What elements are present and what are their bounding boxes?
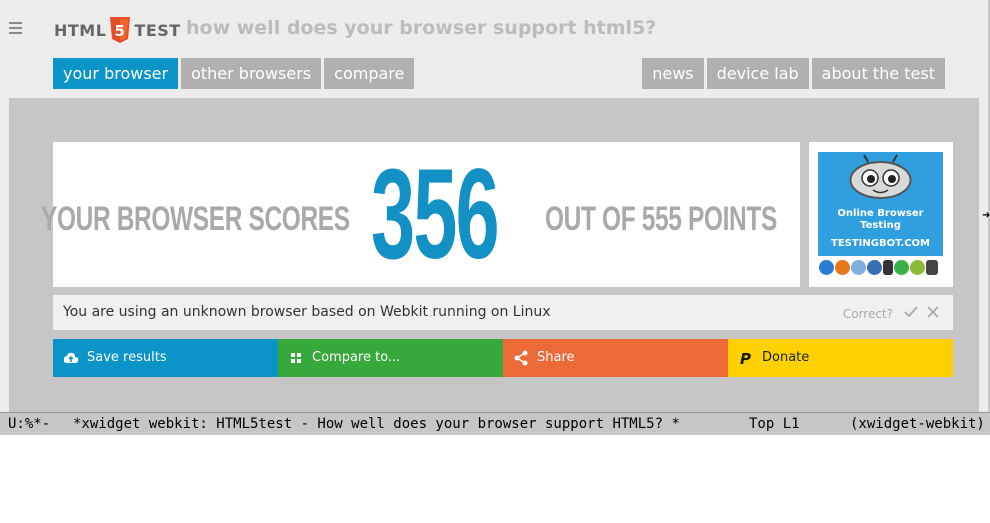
browser-detection-text: You are using an unknown browser based o…: [63, 304, 551, 320]
secondary-nav: news device lab about the test: [642, 58, 948, 89]
score-prefix: YOUR BROWSER SCORES: [41, 200, 350, 238]
tab-other-browsers[interactable]: other browsers: [181, 58, 322, 89]
tab-about-the-test[interactable]: about the test: [811, 58, 945, 89]
ie-icon: [819, 260, 834, 275]
modeline-buffer-name: *xwidget webkit: HTML5test - How well do…: [73, 416, 680, 432]
testingbot-ad[interactable]: Online Browser Testing TESTINGBOT.COM: [809, 142, 953, 287]
score-banner: YOUR BROWSER SCORES 356 OUT OF 555 POINT…: [41, 142, 800, 287]
robot-mascot-icon: [849, 154, 912, 199]
modeline-major-mode: (xwidget-webkit): [850, 416, 985, 432]
modeline-status: U:%*-: [8, 416, 51, 432]
ipad-icon: [926, 260, 938, 275]
compare-to-label: Compare to...: [312, 350, 401, 365]
score-value: 356: [371, 143, 500, 286]
browser-viewport: HTML 5 TEST how well does your browser s…: [0, 0, 990, 412]
modeline-position: Top L1: [749, 416, 800, 432]
mouse-pointer-icon: ➜: [982, 210, 990, 221]
ad-domain: TESTINGBOT.COM: [831, 238, 930, 249]
iphone-icon: [883, 260, 893, 275]
correct-prompt: Correct?: [842, 307, 893, 321]
tab-your-browser[interactable]: your browser: [53, 58, 179, 89]
firefox-icon: [835, 260, 850, 275]
ad-headline-line1: Online Browser: [837, 208, 924, 219]
tab-compare[interactable]: compare: [324, 58, 415, 89]
opera-icon: [867, 260, 882, 275]
logo-text-right: TEST: [134, 20, 181, 40]
logo-text-left: HTML: [54, 20, 107, 40]
android-icon: [910, 260, 925, 275]
site-tagline: how well does your browser support html5…: [186, 17, 657, 39]
save-results-button[interactable]: Save results: [53, 339, 278, 377]
results-panel: YOUR BROWSER SCORES 356 OUT OF 555 POINT…: [9, 98, 979, 412]
ad-headline-line2: Testing: [860, 220, 901, 231]
compare-to-button[interactable]: Compare to...: [278, 339, 503, 377]
donate-label: Donate: [762, 350, 810, 365]
chrome-icon: [894, 260, 909, 275]
html5-shield-icon: 5: [110, 17, 131, 43]
cloud-upload-icon: [63, 352, 79, 363]
emacs-mode-line: U:%*- *xwidget webkit: HTML5test - How w…: [0, 412, 990, 435]
action-bar: Save results Compare to... Share P Donat…: [53, 339, 953, 377]
svg-text:5: 5: [115, 22, 126, 40]
confirm-check-icon[interactable]: [903, 304, 919, 320]
share-button[interactable]: Share: [503, 339, 728, 377]
share-label: Share: [537, 350, 575, 365]
score-suffix: OUT OF 555 POINTS: [545, 200, 777, 238]
ad-banner[interactable]: Online Browser Testing TESTINGBOT.COM: [818, 152, 943, 256]
paypal-icon: P: [740, 350, 751, 366]
tab-device-lab[interactable]: device lab: [706, 58, 809, 89]
browser-detection-bar: You are using an unknown browser based o…: [53, 295, 953, 330]
primary-nav: your browser other browsers compare: [53, 58, 417, 89]
site-logo[interactable]: HTML 5 TEST: [54, 16, 181, 44]
grid-icon: [291, 353, 301, 363]
svg-text:P: P: [740, 350, 751, 366]
safari-icon: [851, 260, 866, 275]
browser-icons-row: [819, 260, 945, 278]
ad-headline: Online Browser Testing: [818, 208, 943, 232]
save-results-label: Save results: [87, 350, 167, 365]
share-icon: [514, 350, 528, 366]
hamburger-menu-icon[interactable]: [9, 22, 22, 36]
tab-news[interactable]: news: [642, 58, 704, 89]
reject-close-icon[interactable]: [925, 304, 941, 320]
donate-button[interactable]: P Donate: [728, 339, 953, 377]
